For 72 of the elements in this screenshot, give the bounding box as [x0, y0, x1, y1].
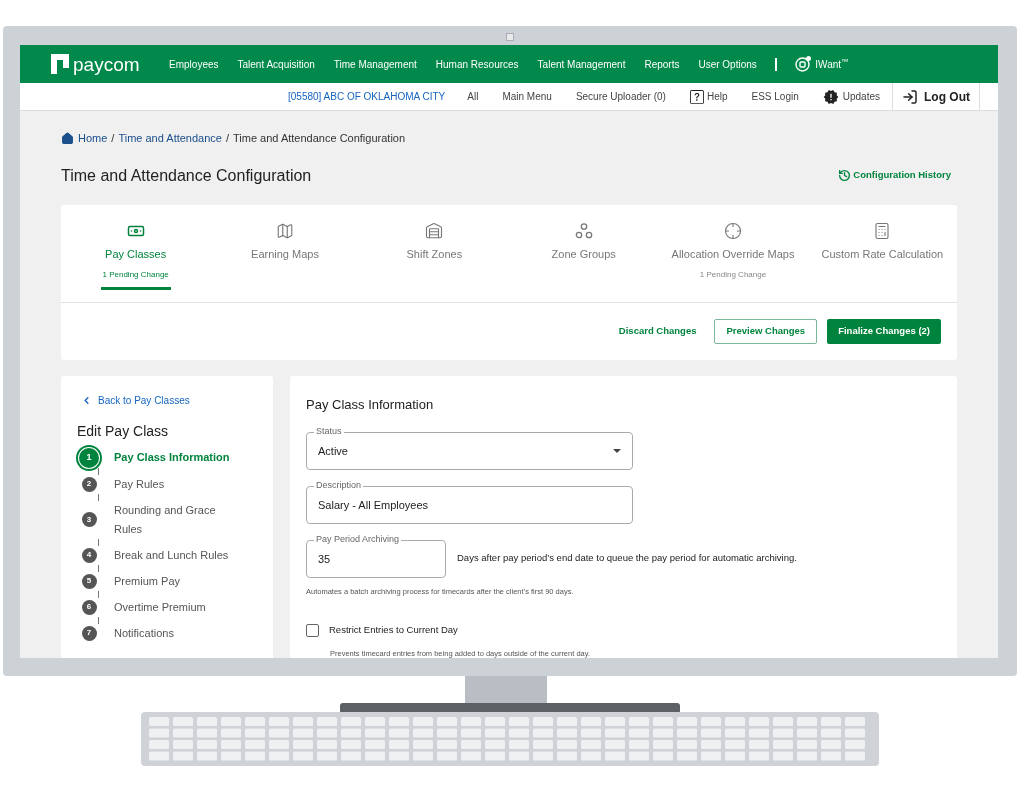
restrict-checkbox[interactable] — [306, 623, 319, 637]
preview-changes-button[interactable]: Preview Changes — [714, 318, 818, 344]
step-link[interactable]: Notifications — [114, 623, 234, 643]
log-out-icon — [902, 88, 918, 105]
crosshair-icon — [724, 221, 742, 240]
field-suffix-text: Days after pay period’s end date to queue the pay period for automatic archiving. — [457, 550, 797, 565]
page-title: Time and Attendance Configuration — [61, 165, 312, 186]
breadcrumb-link[interactable]: Time and Attendance — [118, 130, 222, 147]
config-tab[interactable]: Shift Zones — [359, 204, 509, 302]
nav-link[interactable]: Employees — [169, 56, 219, 72]
step-link[interactable]: Break and Lunch Rules — [114, 545, 234, 565]
subnav-link[interactable]: Secure Uploader (0) — [575, 89, 666, 104]
step-link[interactable]: Rounding and Grace Rules — [114, 500, 234, 539]
back-link[interactable]: Back to Pay Classes — [77, 392, 273, 408]
section-heading: Pay Class Information — [306, 395, 435, 414]
breadcrumb-separator: / — [225, 131, 230, 146]
log-out-button[interactable]: Log Out — [892, 83, 980, 110]
iwant-icon — [795, 56, 812, 72]
step-number: 6 — [81, 599, 97, 615]
step-number: 7 — [81, 625, 97, 641]
config-tab[interactable]: Zone Groups — [509, 204, 659, 302]
field-label: Status — [314, 427, 344, 436]
step-link[interactable]: Pay Rules — [114, 474, 234, 494]
home-icon — [61, 131, 74, 145]
subnav-link[interactable]: All — [467, 89, 479, 104]
step-number: 4 — [81, 547, 97, 563]
map-icon — [276, 221, 294, 240]
nav-link[interactable]: Reports — [644, 56, 680, 72]
config-tab[interactable]: Pay Classes 1 Pending Change — [61, 204, 211, 302]
configuration-history-link[interactable]: Configuration History — [838, 168, 951, 183]
nav-link[interactable]: User Options — [698, 56, 757, 72]
nav-link[interactable]: Time Management — [333, 56, 417, 72]
step-number: 3 — [81, 512, 97, 527]
pending-change-note: 1 Pending Change — [699, 269, 767, 281]
nav-link[interactable]: Talent Management — [537, 56, 626, 72]
company-link[interactable]: [05580] ABC OF OKLAHOMA CITY — [288, 89, 446, 104]
step-link[interactable]: Overtime Premium — [114, 597, 234, 617]
breadcrumb-current: Time and Attendance Configuration — [233, 131, 406, 146]
updates-link[interactable]: Updates — [822, 88, 880, 105]
panel-heading: Edit Pay Class — [77, 421, 170, 441]
nav-link[interactable]: Talent Acquisition — [237, 56, 315, 72]
step-number: 2 — [81, 476, 97, 492]
config-tab[interactable]: Earning Maps — [210, 204, 360, 302]
three-circles-icon — [574, 221, 593, 240]
discard-changes-button[interactable]: Discard Changes — [610, 317, 705, 345]
pending-change-note: 1 Pending Change — [102, 269, 169, 281]
config-tab[interactable]: Custom Rate Calculation — [807, 204, 957, 302]
home-link[interactable]: Home — [61, 130, 108, 147]
field-label: Pay Period Archiving — [314, 535, 402, 544]
step-number: 5 — [81, 573, 97, 589]
field-label: Description — [314, 481, 364, 490]
calculator-icon — [873, 221, 892, 240]
step-link[interactable]: Pay Class Information — [114, 448, 234, 467]
subnav-link[interactable]: Main Menu — [502, 89, 552, 104]
finalize-changes-button[interactable]: Finalize Changes (2) — [827, 318, 941, 344]
help-icon — [689, 89, 704, 104]
nav-link[interactable]: Human Resources — [435, 56, 519, 72]
building-icon — [425, 221, 444, 240]
alert-badge-icon — [822, 88, 839, 105]
step-number: 1 — [79, 447, 99, 468]
step-link[interactable]: Premium Pay — [114, 571, 234, 591]
caret-icon — [613, 449, 621, 453]
checkbox-label: Restrict Entries to Current Day — [329, 623, 458, 638]
logo[interactable]: paycom — [51, 54, 140, 74]
selected-tab-underline — [100, 287, 171, 290]
breadcrumb-separator: / — [111, 131, 115, 146]
help-link[interactable]: Help — [689, 89, 728, 104]
subnav-link[interactable]: ESS Login — [751, 89, 799, 104]
config-tab[interactable]: Allocation Override Maps 1 Pending Change — [658, 204, 808, 302]
history-icon — [838, 169, 852, 182]
iwant-link[interactable]: IWant$^{™}$ — [795, 56, 849, 72]
logo-mark-icon — [51, 54, 69, 74]
